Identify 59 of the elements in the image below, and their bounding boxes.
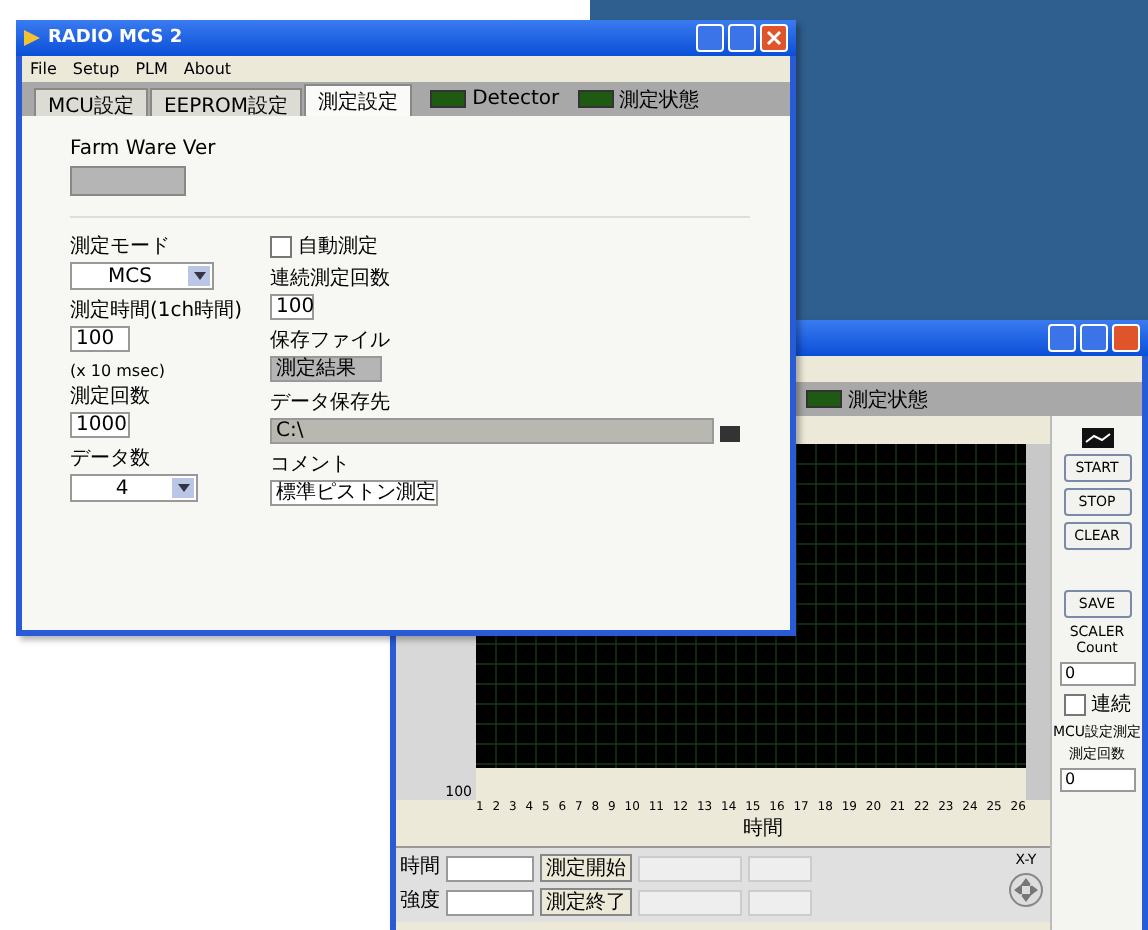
checkbox-label: 自動測定 [298, 234, 378, 260]
readonly-field [70, 166, 186, 196]
input-field[interactable] [446, 855, 534, 881]
field-label: データ保存先 [270, 390, 390, 416]
menu-item[interactable]: File [30, 60, 57, 78]
field-label: 測定モード [70, 234, 170, 260]
disabled-field [748, 889, 812, 915]
field-label: 測定時間(1ch時間) [70, 298, 243, 324]
field-label: データ数 [70, 446, 150, 472]
dropdown[interactable]: 4 [70, 474, 198, 502]
field-label: 保存ファイル [270, 328, 390, 354]
indicator-label: 測定状態 [619, 87, 700, 113]
tab[interactable]: EEPROM設定 [149, 88, 303, 116]
input-field[interactable]: 100 [270, 294, 314, 320]
menu-item[interactable]: PLM [135, 60, 168, 78]
disabled-field [748, 855, 812, 881]
disabled-field [638, 889, 742, 915]
field-label: 強度 [400, 888, 440, 914]
checkbox[interactable] [270, 236, 292, 258]
maximize-button[interactable] [1080, 324, 1108, 352]
dropdown[interactable]: MCS [70, 262, 214, 290]
minimize-button[interactable] [696, 24, 724, 52]
menu-item[interactable]: Setup [72, 60, 120, 78]
field-label: コメント [270, 452, 350, 478]
window-title: RADIO MCS 2 [48, 28, 183, 48]
minimize-button[interactable] [1048, 324, 1076, 352]
checkbox-label: 連続 [1091, 692, 1131, 718]
caret-icon [188, 266, 210, 286]
axis-label: 時間 [743, 815, 783, 842]
close-button[interactable] [760, 24, 788, 52]
input-field[interactable] [446, 889, 534, 915]
path-field[interactable]: C:\ [270, 418, 714, 444]
menu-item[interactable]: About [183, 60, 232, 78]
close-icon [766, 30, 782, 46]
tab[interactable]: 測定設定 [304, 84, 413, 116]
indicator-label: 測定状態 [848, 387, 928, 413]
scaler-field: 0 [1059, 662, 1135, 686]
cursor-button[interactable]: 測定開始 [540, 854, 632, 882]
field-label: Farm Ware Ver [70, 136, 216, 162]
count-field: 0 [1059, 768, 1135, 792]
input-field[interactable]: 標準ピストン測定 [270, 480, 438, 506]
pan-control-icon[interactable] [1006, 872, 1046, 908]
field-label: 測定回数 [70, 384, 150, 410]
unit-note: (x 10 msec) [70, 360, 168, 382]
maximize-button[interactable] [728, 24, 756, 52]
app-icon [24, 30, 40, 46]
close-button[interactable] [1112, 324, 1140, 352]
graph-palette-icon[interactable] [1081, 428, 1113, 448]
disabled-field [638, 855, 742, 881]
cursor-button[interactable]: 測定終了 [540, 888, 632, 916]
caret-icon [172, 478, 194, 498]
field-label: 連続測定回数 [270, 266, 390, 292]
readonly-field: 測定結果 [270, 356, 382, 382]
input-field[interactable]: 100 [70, 326, 130, 352]
input-field[interactable]: 1000 [70, 412, 130, 438]
checkbox[interactable] [1063, 694, 1085, 716]
indicator-label: Detector [472, 88, 560, 110]
field-label: 時間 [400, 854, 440, 880]
tab[interactable]: MCU設定 [34, 88, 148, 116]
